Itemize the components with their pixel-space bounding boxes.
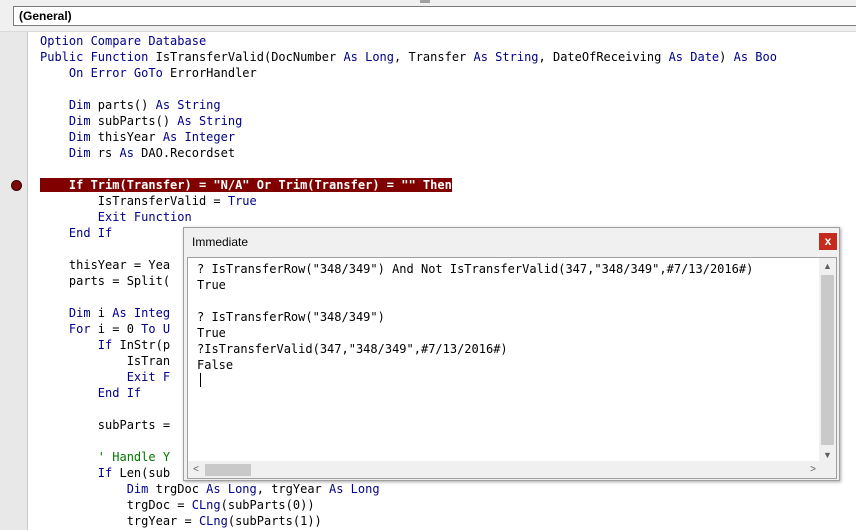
code-line[interactable]: If Trim(Transfer) = "N/A" Or Trim(Transf… <box>40 177 777 193</box>
code-line[interactable] <box>40 161 777 177</box>
breakpoint-margin[interactable] <box>0 32 28 530</box>
immediate-line: False <box>197 358 234 372</box>
code-token: ErrorHandler <box>170 66 257 80</box>
code-line[interactable]: Dim subParts() As String <box>40 113 777 129</box>
code-token: parts() <box>97 98 156 112</box>
code-token: thisYear = Yea <box>40 258 171 272</box>
vertical-scroll-thumb[interactable] <box>821 275 834 445</box>
code-token: As Long <box>206 482 257 496</box>
code-token: thisYear <box>97 130 163 144</box>
code-line[interactable]: Dim thisYear As Integer <box>40 129 777 145</box>
horizontal-scroll-thumb[interactable] <box>205 464 251 476</box>
code-token: On Error GoTo <box>40 66 171 80</box>
code-token: trgDoc = <box>40 498 192 512</box>
code-token: Dim <box>40 146 98 160</box>
code-line[interactable]: Option Compare Database <box>40 33 777 49</box>
code-token: trgYear = <box>40 514 199 528</box>
code-token: CLng <box>191 498 221 512</box>
code-token: trgDoc <box>155 482 207 496</box>
code-token: (subParts(1)) <box>227 514 322 528</box>
code-token: As Long <box>329 482 380 496</box>
code-line[interactable] <box>40 81 777 97</box>
code-token: , DateOfReceiving <box>538 50 669 64</box>
code-token: True <box>227 194 257 208</box>
code-token: parts = Split( <box>40 274 171 288</box>
immediate-pane[interactable]: ? IsTransferRow("348/349") And Not IsTra… <box>187 257 837 479</box>
immediate-line: ? IsTransferRow("348/349") And Not IsTra… <box>197 262 754 276</box>
immediate-line: ?IsTransferValid(347,"348/349",#7/13/201… <box>197 342 508 356</box>
code-token: Len(sub <box>119 466 171 480</box>
code-token: subParts() <box>97 114 178 128</box>
code-line[interactable]: Dim trgDoc As Long, trgYear As Long <box>40 481 777 497</box>
code-token: Dim <box>40 306 98 320</box>
code-token: DAO.Recordset <box>141 146 236 160</box>
immediate-output[interactable]: ? IsTransferRow("348/349") And Not IsTra… <box>197 261 753 373</box>
code-line[interactable]: Dim rs As DAO.Recordset <box>40 145 777 161</box>
code-token: As Integer <box>162 130 236 144</box>
code-token: If <box>40 466 120 480</box>
code-token: As Long <box>343 50 395 64</box>
immediate-line: True <box>197 326 226 340</box>
code-token: i = 0 <box>97 322 142 336</box>
code-token: As Boo <box>733 50 777 64</box>
code-line[interactable]: Exit Function <box>40 209 777 225</box>
code-token: IsTransferValid = <box>40 194 228 208</box>
text-caret <box>200 373 201 387</box>
code-token: ) <box>719 50 734 64</box>
object-dropdown[interactable]: (General) <box>13 6 856 26</box>
code-line[interactable]: trgYear = CLng(subParts(1)) <box>40 513 777 529</box>
scroll-left-icon[interactable]: < <box>188 461 204 478</box>
code-token: , Transfer <box>394 50 474 64</box>
code-token: Public Function <box>40 50 156 64</box>
immediate-window-title: Immediate <box>192 235 249 249</box>
code-token: As Integ <box>112 306 171 320</box>
code-token: As Date <box>668 50 720 64</box>
code-token: End If <box>40 226 113 240</box>
breakpoint-line-text: If Trim(Transfer) = "N/A" Or Trim(Transf… <box>40 178 452 192</box>
code-line[interactable]: trgDoc = CLng(subParts(0)) <box>40 497 777 513</box>
code-token: Dim <box>40 130 98 144</box>
splitter-grip[interactable] <box>420 0 430 3</box>
code-token: Option Compare Database <box>40 34 207 48</box>
scrollbar-corner <box>819 461 836 478</box>
immediate-line: ? IsTransferRow("348/349") <box>197 310 385 324</box>
vertical-scrollbar[interactable]: ▲ ▼ <box>819 258 836 463</box>
code-token: For <box>40 322 98 336</box>
code-token: i <box>97 306 113 320</box>
code-token: Exit F <box>40 370 171 384</box>
code-token: As String <box>177 114 243 128</box>
code-token: Dim <box>40 482 156 496</box>
code-token: CLng <box>198 514 228 528</box>
code-line[interactable]: Public Function IsTransferValid(DocNumbe… <box>40 49 777 65</box>
breakpoint-icon[interactable] <box>11 180 22 191</box>
code-token: Dim <box>40 98 98 112</box>
code-token: rs <box>97 146 120 160</box>
code-line[interactable]: Dim parts() As String <box>40 97 777 113</box>
close-button[interactable]: x <box>819 233 837 250</box>
code-token: InStr(p <box>119 338 171 352</box>
code-token: As <box>119 146 142 160</box>
code-token: If <box>40 338 120 352</box>
object-dropdown-value: (General) <box>19 9 72 23</box>
code-token: To U <box>141 322 171 336</box>
code-token: Exit Function <box>40 210 192 224</box>
code-token: As String <box>155 98 221 112</box>
code-line[interactable]: On Error GoTo ErrorHandler <box>40 65 777 81</box>
code-token: End If <box>40 386 142 400</box>
code-token: Dim <box>40 114 98 128</box>
scroll-up-icon[interactable]: ▲ <box>819 258 836 274</box>
immediate-window[interactable]: Immediate x ? IsTransferRow("348/349") A… <box>183 227 840 481</box>
code-token: ' Handle Y <box>40 450 171 464</box>
code-token: (subParts(0)) <box>220 498 315 512</box>
code-token: subParts = <box>40 418 171 432</box>
immediate-line <box>197 293 753 309</box>
code-token: As String <box>473 50 539 64</box>
code-token: , trgYear <box>256 482 329 496</box>
code-line[interactable]: IsTransferValid = True <box>40 193 777 209</box>
code-token: IsTransferValid(DocNumber <box>155 50 344 64</box>
code-token: IsTran <box>40 354 171 368</box>
horizontal-scrollbar[interactable]: < > <box>188 461 821 478</box>
immediate-line: True <box>197 278 226 292</box>
toolbar: (General) <box>0 0 856 32</box>
